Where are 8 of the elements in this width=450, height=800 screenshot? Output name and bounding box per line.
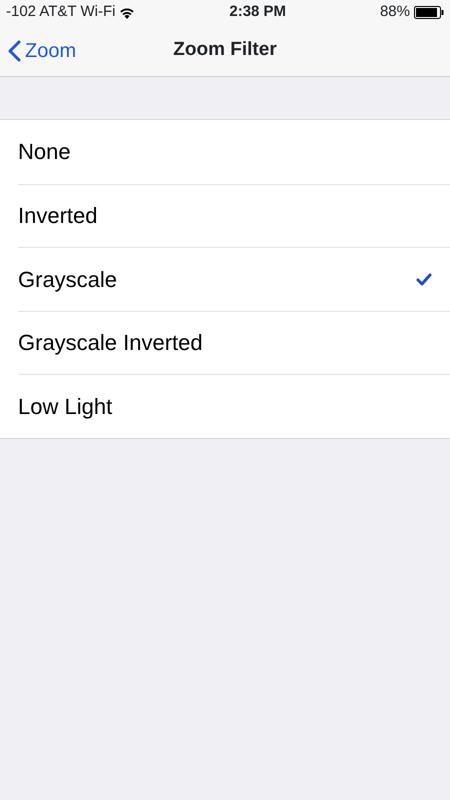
battery-icon (414, 6, 444, 19)
wifi-icon (119, 6, 136, 18)
battery-percent: 88% (380, 2, 410, 22)
screen-title: Zoom Filter (173, 38, 277, 62)
back-button[interactable]: Zoom (0, 36, 84, 66)
clock-time: 2:38 PM (229, 2, 286, 22)
carrier-text: -102 AT&T Wi-Fi (6, 2, 116, 22)
chevron-left-icon (8, 40, 21, 62)
